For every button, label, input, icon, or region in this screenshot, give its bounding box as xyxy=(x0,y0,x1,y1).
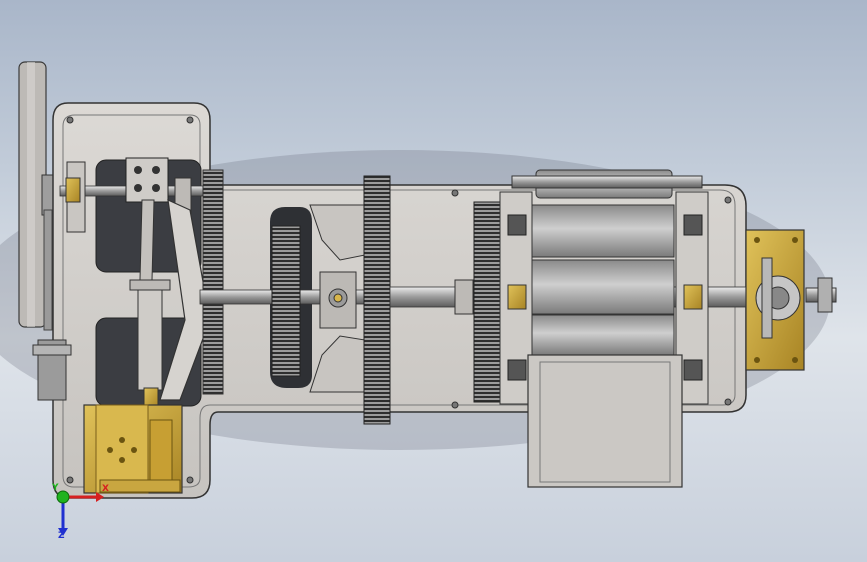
hydraulic-cylinder[interactable] xyxy=(32,339,72,401)
y-axis-label: Y xyxy=(52,483,59,493)
bull-gear[interactable] xyxy=(363,175,391,425)
z-axis-label: Z xyxy=(58,531,65,541)
roll-drive-gear[interactable] xyxy=(473,201,501,403)
pinion-gear-left[interactable] xyxy=(202,169,224,395)
discharge-chute[interactable] xyxy=(527,354,683,488)
work-rolls[interactable] xyxy=(531,204,675,356)
shaft-coupling[interactable] xyxy=(454,279,474,315)
cad-viewport[interactable]: X Y Z xyxy=(0,0,867,562)
motor-mount-plate[interactable] xyxy=(745,229,805,371)
x-axis-label: X xyxy=(102,484,109,494)
gearbox-housing[interactable] xyxy=(83,404,183,494)
assembly-model[interactable] xyxy=(0,0,867,562)
spur-gear-center[interactable] xyxy=(271,225,301,377)
roll-stand-left[interactable] xyxy=(499,191,533,405)
